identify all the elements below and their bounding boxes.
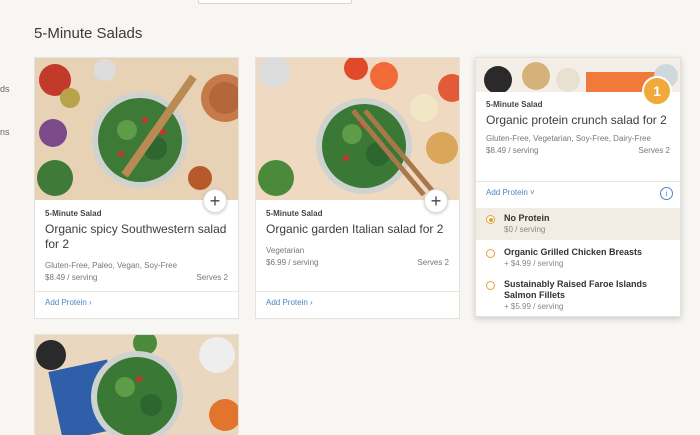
option-label: No Protein xyxy=(504,213,550,223)
option-label: Sustainably Raised Faroe Islands Salmon … xyxy=(504,279,648,300)
divider xyxy=(256,291,459,292)
salad-card-protein-crunch[interactable]: 1 5-Minute Salad Organic protein crunch … xyxy=(475,57,681,317)
sidebar-text-fragment[interactable]: ns xyxy=(0,127,10,137)
divider xyxy=(35,291,238,292)
option-price: + $5.99 / serving xyxy=(504,302,564,311)
radio-selected-icon[interactable] xyxy=(486,215,495,224)
divider xyxy=(476,181,680,182)
salad-photo[interactable] xyxy=(35,335,238,435)
card-title[interactable]: Organic spicy Southwestern salad for 2 xyxy=(45,222,228,252)
card-title[interactable]: Organic garden Italian salad for 2 xyxy=(266,222,449,237)
section-title: 5-Minute Salads xyxy=(34,25,143,42)
card-tag: 5-Minute Salad xyxy=(266,209,323,218)
add-protein-link[interactable]: Add Protein › xyxy=(266,298,313,307)
add-protein-dropdown[interactable]: Add Protein ˅ xyxy=(486,188,535,197)
sidebar-text-fragment[interactable]: ds xyxy=(0,84,10,94)
top-dropdown-edge xyxy=(198,0,352,4)
radio-icon[interactable] xyxy=(486,249,495,258)
salad-card[interactable] xyxy=(34,334,239,435)
salad-photo[interactable] xyxy=(35,58,238,200)
diet-tags: Gluten-Free, Paleo, Vegan, Soy-Free xyxy=(45,261,178,270)
option-label: Organic Grilled Chicken Breasts xyxy=(504,247,643,257)
card-title[interactable]: Organic protein crunch salad for 2 xyxy=(486,113,670,128)
card-tag: 5-Minute Salad xyxy=(486,100,543,109)
salad-card-southwestern[interactable]: + 5-Minute Salad Organic spicy Southwest… xyxy=(34,57,239,319)
card-tag: 5-Minute Salad xyxy=(45,209,102,218)
diet-tags: Vegetarian xyxy=(266,246,305,255)
radio-icon[interactable] xyxy=(486,281,495,290)
serves: Serves 2 xyxy=(417,258,449,267)
info-icon[interactable]: i xyxy=(660,187,673,200)
diet-tags: Gluten-Free, Vegetarian, Soy-Free, Dairy… xyxy=(486,134,651,143)
protein-option-chicken[interactable]: Organic Grilled Chicken Breasts + $4.99 … xyxy=(476,242,680,274)
serves: Serves 2 xyxy=(196,273,228,282)
salad-card-italian[interactable]: + 5-Minute Salad Organic garden Italian … xyxy=(255,57,460,319)
protein-option-none[interactable]: No Protein $0 / serving xyxy=(476,208,680,240)
add-protein-link[interactable]: Add Protein › xyxy=(45,298,92,307)
serves: Serves 2 xyxy=(638,146,670,155)
salad-photo[interactable] xyxy=(256,58,459,200)
price: $6.99 / serving xyxy=(266,258,319,267)
price: $8.49 / serving xyxy=(486,146,539,155)
option-price: + $4.99 / serving xyxy=(504,259,564,268)
price: $8.49 / serving xyxy=(45,273,98,282)
protein-option-salmon[interactable]: Sustainably Raised Faroe Islands Salmon … xyxy=(476,274,680,316)
option-price: $0 / serving xyxy=(504,225,546,234)
